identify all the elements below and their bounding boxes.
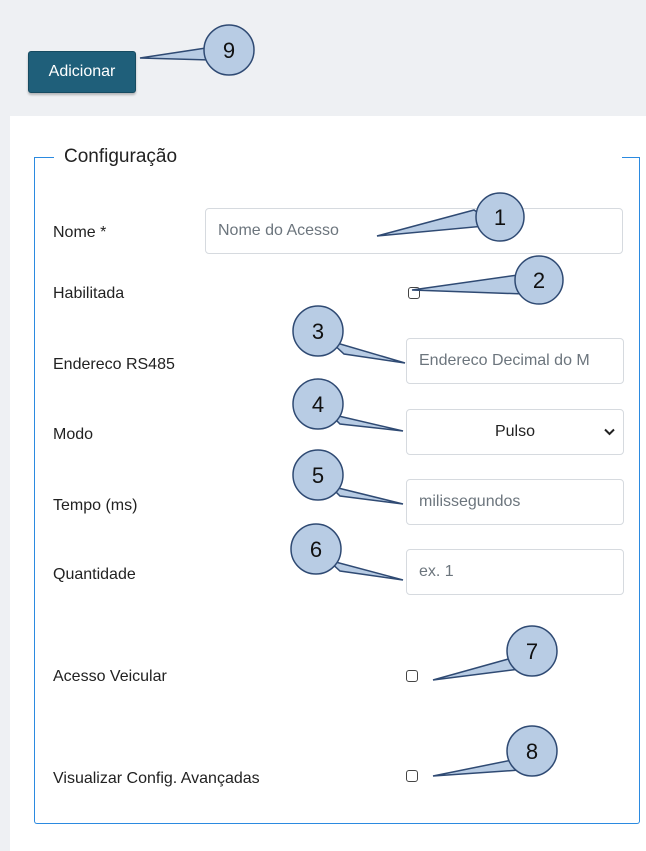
chevron-down-icon [604,425,615,439]
config-avancadas-label: Visualizar Config. Avançadas [53,770,260,787]
acesso-veicular-checkbox[interactable] [406,670,418,682]
fieldset-legend: Configuração [64,146,178,167]
fieldset-border-left [34,157,54,158]
habilitada-checkbox[interactable] [408,287,420,299]
quantidade-label: Quantidade [53,566,136,583]
modo-select-value: Pulso [494,423,536,440]
nome-label: Nome * [53,224,107,241]
habilitada-label: Habilitada [53,285,125,302]
acesso-veicular-label: Acesso Veicular [53,668,167,685]
fieldset-border-right [622,157,640,158]
endereco-input[interactable]: Endereco Decimal do M [406,338,624,384]
endereco-label: Endereco RS485 [53,356,175,373]
nome-input[interactable]: Nome do Acesso [205,208,623,254]
modo-label: Modo [53,426,94,443]
add-button[interactable]: Adicionar [28,51,136,93]
page-gutter [0,116,10,851]
quantidade-input[interactable]: ex. 1 [406,549,624,595]
modo-select[interactable]: Pulso [406,409,624,455]
tempo-label: Tempo (ms) [53,497,138,514]
tempo-input[interactable]: milissegundos [406,479,624,525]
config-avancadas-checkbox[interactable] [406,770,418,782]
